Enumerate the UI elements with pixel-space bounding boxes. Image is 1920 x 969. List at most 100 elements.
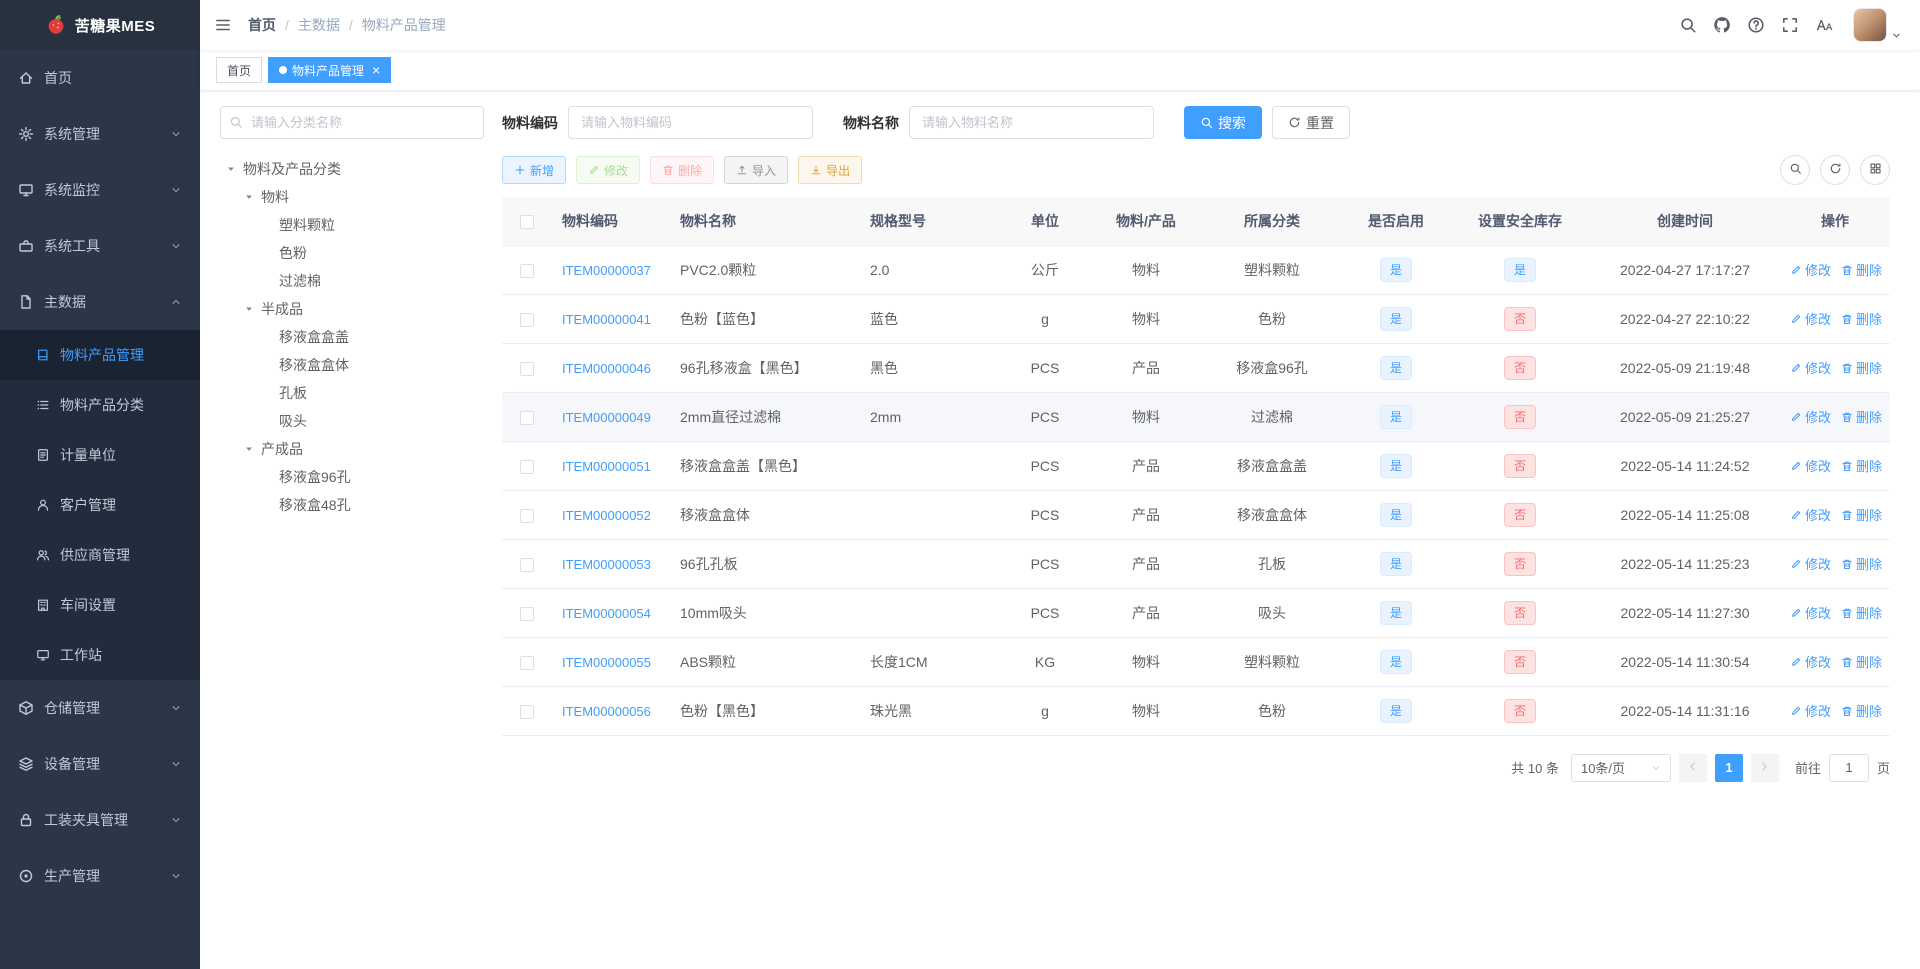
row-edit-link[interactable]: 修改 <box>1790 603 1831 622</box>
page-number-button[interactable]: 1 <box>1714 753 1743 782</box>
tree-node[interactable]: 物料及产品分类 <box>220 155 484 183</box>
sidebar-item-workshop-settings[interactable]: 车间设置 <box>0 580 200 630</box>
github-icon[interactable] <box>1713 16 1731 34</box>
caret-down-icon[interactable] <box>244 444 261 454</box>
row-edit-link[interactable]: 修改 <box>1790 309 1831 328</box>
fullscreen-icon[interactable] <box>1781 16 1799 34</box>
row-delete-link[interactable]: 删除 <box>1841 701 1882 720</box>
enabled-tag[interactable]: 是 <box>1379 257 1412 282</box>
tree-node[interactable]: 产成品 <box>220 435 484 463</box>
column-settings-button[interactable] <box>1860 155 1890 185</box>
select-all-checkbox[interactable] <box>520 214 534 229</box>
tree-node[interactable]: 过滤棉 <box>220 267 484 295</box>
row-checkbox[interactable] <box>520 508 534 523</box>
tree-node[interactable]: 吸头 <box>220 407 484 435</box>
material-name-input[interactable] <box>909 106 1154 139</box>
app-logo[interactable]: 苦糖果MES <box>0 0 200 50</box>
safety-stock-tag[interactable]: 否 <box>1503 306 1536 331</box>
search-icon[interactable] <box>1679 16 1697 34</box>
item-code-link[interactable]: ITEM00000041 <box>562 312 651 327</box>
sidebar-item-equipment-management[interactable]: 设备管理 <box>0 736 200 792</box>
sidebar-item-workstation[interactable]: 工作站 <box>0 630 200 680</box>
enabled-tag[interactable]: 是 <box>1379 600 1412 625</box>
row-delete-link[interactable]: 删除 <box>1841 358 1882 377</box>
item-code-link[interactable]: ITEM00000051 <box>562 459 651 474</box>
category-search-input[interactable] <box>220 106 484 139</box>
enabled-tag[interactable]: 是 <box>1379 698 1412 723</box>
table-row[interactable]: ITEM00000055 ABS颗粒 长度1CM KG 物料 塑料颗粒 是 否 2022-05-… <box>502 637 1890 687</box>
table-row[interactable]: ITEM00000052 移液盒盒体 PCS 产品 移液盒盒体是否 2022-05-14 … <box>502 490 1890 540</box>
enabled-tag[interactable]: 是 <box>1379 551 1412 576</box>
table-row[interactable]: ITEM00000049 2mm直径过滤棉 2mm PCS 物料 过滤棉 是 否 2022-05… <box>502 392 1890 442</box>
row-edit-link[interactable]: 修改 <box>1790 407 1831 426</box>
tree-node[interactable]: 移液盒96孔 <box>220 463 484 491</box>
item-code-link[interactable]: ITEM00000054 <box>562 606 651 621</box>
caret-down-icon[interactable] <box>244 192 261 202</box>
table-row[interactable]: ITEM00000046 96孔移液盒【黑色】 黑色 PCS 产品 移液盒96孔 是 否 202… <box>502 343 1890 393</box>
sidebar-item-system-management[interactable]: 系统管理 <box>0 106 200 162</box>
prev-page-button[interactable] <box>1678 753 1707 782</box>
next-page-button[interactable] <box>1750 753 1779 782</box>
sidebar-item-fixture-management[interactable]: 工装夹具管理 <box>0 792 200 848</box>
row-edit-link[interactable]: 修改 <box>1790 358 1831 377</box>
row-checkbox[interactable] <box>520 312 534 327</box>
safety-stock-tag[interactable]: 否 <box>1503 698 1536 723</box>
sidebar-item-system-tools[interactable]: 系统工具 <box>0 218 200 274</box>
sidebar-item-measure-unit[interactable]: 计量单位 <box>0 430 200 480</box>
row-checkbox[interactable] <box>520 704 534 719</box>
sidebar-item-home[interactable]: 首页 <box>0 50 200 106</box>
tab-首页[interactable]: 首页 <box>216 57 263 83</box>
table-row[interactable]: ITEM00000051 移液盒盒盖【黑色】 PCS 产品 移液盒盒盖 是 否 2022-05… <box>502 441 1890 491</box>
avatar[interactable] <box>1853 8 1887 42</box>
item-code-link[interactable]: ITEM00000052 <box>562 508 651 523</box>
table-row[interactable]: ITEM00000053 96孔孔板 PCS 产品 孔板 是 否 2022-05-14 11:… <box>502 539 1890 589</box>
sidebar-item-customer-management[interactable]: 客户管理 <box>0 480 200 530</box>
table-row[interactable]: ITEM00000037 PVC2.0颗粒 2.0 公斤 物料 塑料颗粒 是 是 2022-04… <box>502 245 1890 295</box>
enabled-tag[interactable]: 是 <box>1379 649 1412 674</box>
row-edit-link[interactable]: 修改 <box>1790 652 1831 671</box>
item-code-link[interactable]: ITEM00000053 <box>562 557 651 572</box>
item-code-link[interactable]: ITEM00000056 <box>562 704 651 719</box>
tree-node[interactable]: 移液盒盒盖 <box>220 323 484 351</box>
tab-close-icon[interactable]: × <box>372 63 380 77</box>
row-edit-link[interactable]: 修改 <box>1790 701 1831 720</box>
row-delete-link[interactable]: 删除 <box>1841 652 1882 671</box>
item-code-link[interactable]: ITEM00000037 <box>562 263 651 278</box>
safety-stock-tag[interactable]: 否 <box>1503 355 1536 380</box>
row-delete-link[interactable]: 删除 <box>1841 554 1882 573</box>
add-button[interactable]: 新增 <box>502 156 567 184</box>
safety-stock-tag[interactable]: 否 <box>1503 404 1536 429</box>
enabled-tag[interactable]: 是 <box>1379 355 1412 380</box>
row-delete-link[interactable]: 删除 <box>1841 407 1882 426</box>
table-row[interactable]: ITEM00000041 色粉【蓝色】 蓝色 g 物料 色粉 是 否 2022-04-27 22… <box>502 294 1890 344</box>
material-code-input[interactable] <box>568 106 813 139</box>
hamburger-icon[interactable] <box>214 16 232 34</box>
row-delete-link[interactable]: 删除 <box>1841 603 1882 622</box>
item-code-link[interactable]: ITEM00000046 <box>562 361 651 376</box>
tree-node[interactable]: 孔板 <box>220 379 484 407</box>
tree-node[interactable]: 移液盒盒体 <box>220 351 484 379</box>
breadcrumb-item[interactable]: 首页 <box>248 15 276 35</box>
sidebar-item-system-monitor[interactable]: 系统监控 <box>0 162 200 218</box>
row-delete-link[interactable]: 删除 <box>1841 260 1882 279</box>
import-button[interactable]: 导入 <box>724 156 789 184</box>
row-checkbox[interactable] <box>520 557 534 572</box>
table-row[interactable]: ITEM00000056 色粉【黑色】 珠光黑 g 物料 色粉 是 否 2022-05-14 1… <box>502 686 1890 736</box>
tree-node[interactable]: 移液盒48孔 <box>220 491 484 519</box>
enabled-tag[interactable]: 是 <box>1379 404 1412 429</box>
row-checkbox[interactable] <box>520 361 534 376</box>
enabled-tag[interactable]: 是 <box>1379 453 1412 478</box>
search-button[interactable]: 搜索 <box>1184 106 1262 139</box>
toggle-search-button[interactable] <box>1780 155 1810 185</box>
safety-stock-tag[interactable]: 是 <box>1503 257 1536 282</box>
row-edit-link[interactable]: 修改 <box>1790 505 1831 524</box>
sidebar-item-warehouse-management[interactable]: 仓储管理 <box>0 680 200 736</box>
item-code-link[interactable]: ITEM00000049 <box>562 410 651 425</box>
row-checkbox[interactable] <box>520 410 534 425</box>
table-row[interactable]: ITEM00000054 10mm吸头 PCS 产品 吸头 是 否 2022-05-14 11… <box>502 588 1890 638</box>
sidebar-item-material-product-management[interactable]: 物料产品管理 <box>0 330 200 380</box>
reset-button[interactable]: 重置 <box>1272 106 1350 139</box>
row-checkbox[interactable] <box>520 655 534 670</box>
item-code-link[interactable]: ITEM00000055 <box>562 655 651 670</box>
page-size-select[interactable]: 10条/页 <box>1570 753 1671 782</box>
